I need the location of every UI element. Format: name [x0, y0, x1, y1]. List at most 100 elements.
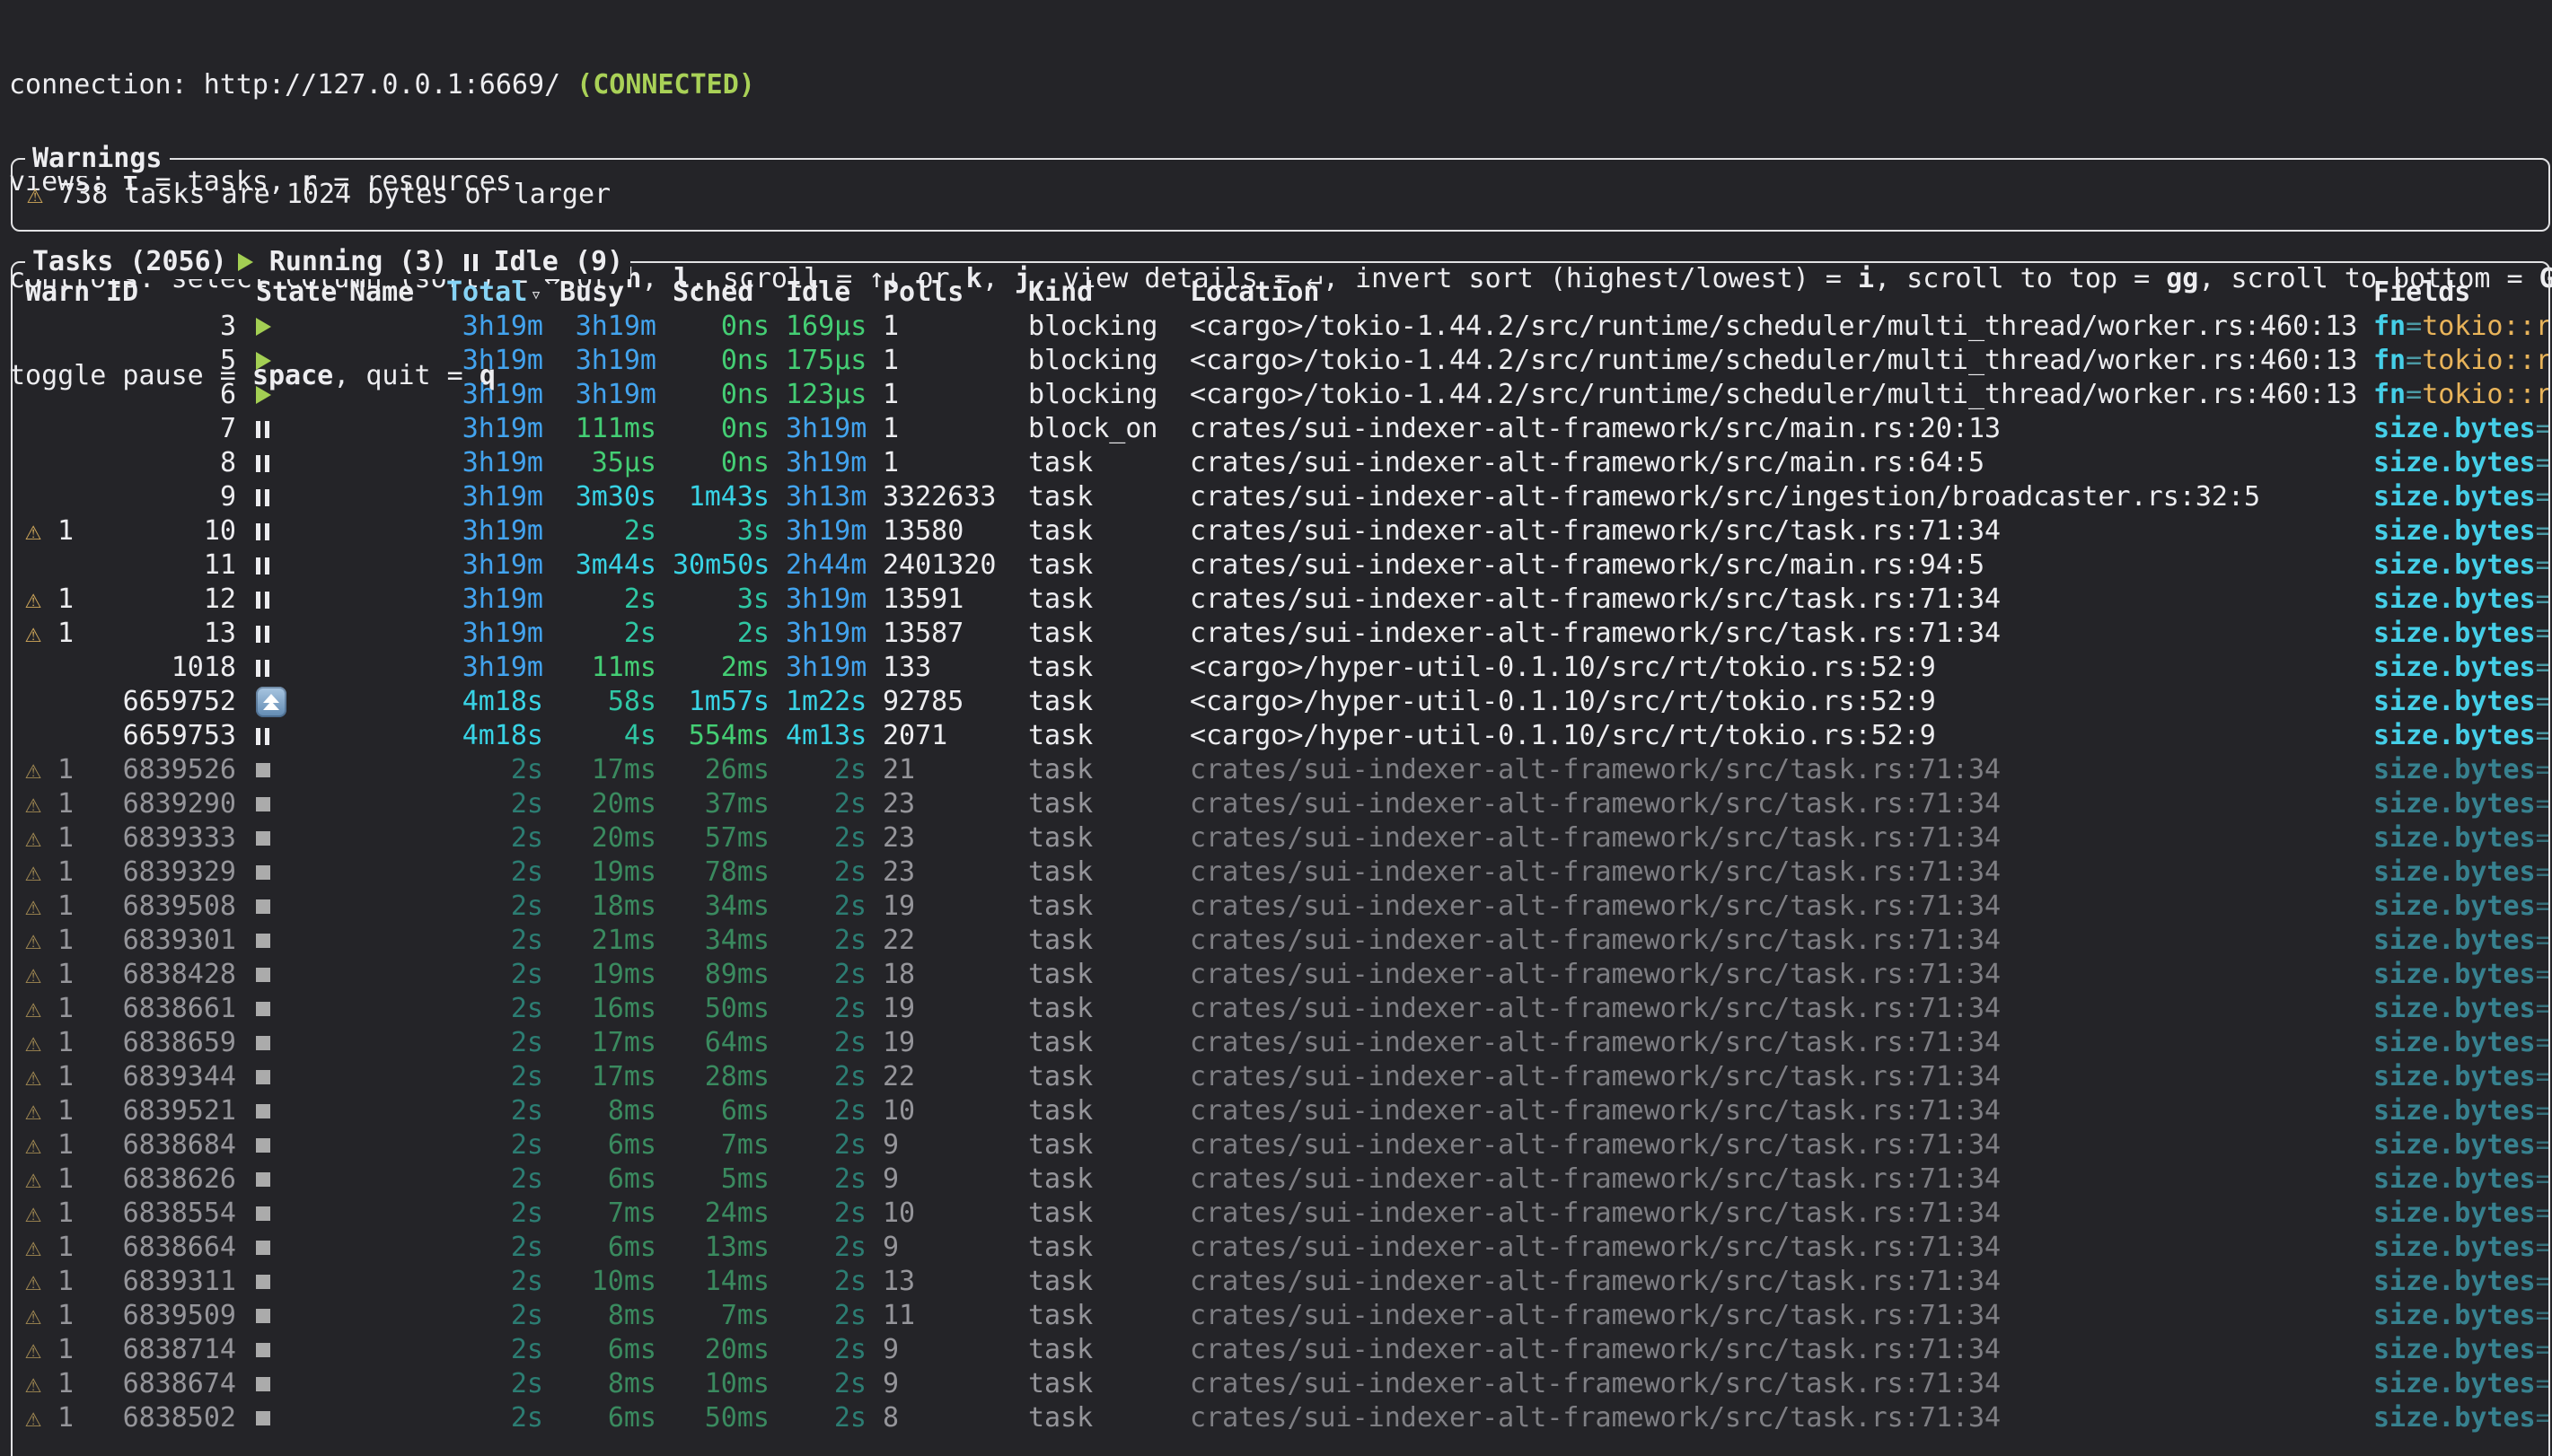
field-key: size.bytes — [2373, 1197, 2536, 1229]
task-row[interactable]: 83h19m35µs0ns3h19m1taskcrates/sui-indexe… — [13, 446, 2548, 480]
cell-name — [349, 685, 430, 719]
cell-fields: size.bytes= — [2373, 1401, 2548, 1435]
cell-warn: ⚠1 — [25, 514, 90, 548]
tasks-table-body: 33h19m3h19m0ns169µs1blocking<cargo>/toki… — [13, 310, 2548, 1435]
task-row[interactable]: ⚠168385542s7ms24ms2s10taskcrates/sui-ind… — [13, 1197, 2548, 1231]
cell-total-duration: 2s — [446, 1128, 543, 1162]
task-row[interactable]: ⚠168385022s6ms50ms2s8taskcrates/sui-inde… — [13, 1401, 2548, 1435]
completed-icon — [256, 1275, 270, 1289]
column-header-sched[interactable]: Sched — [673, 276, 770, 310]
cell-task-id: 6838428 — [106, 958, 236, 992]
column-header-kind[interactable]: Kind — [1028, 276, 1174, 310]
field-key: size.bytes — [2373, 1232, 2536, 1263]
cell-task-id: 6839301 — [106, 924, 236, 958]
cell-sched-duration: 34ms — [673, 924, 770, 958]
task-row[interactable]: 113h19m3m44s30m50s2h44m2401320taskcrates… — [13, 548, 2548, 583]
task-row[interactable]: ⚠168386842s6ms7ms2s9taskcrates/sui-index… — [13, 1128, 2548, 1162]
task-row[interactable]: 53h19m3h19m0ns175µs1blocking<cargo>/toki… — [13, 344, 2548, 378]
task-row[interactable]: ⚠168386742s8ms10ms2s9taskcrates/sui-inde… — [13, 1367, 2548, 1401]
task-row[interactable]: ⚠168393112s10ms14ms2s13taskcrates/sui-in… — [13, 1265, 2548, 1299]
field-equals: = — [2536, 1334, 2548, 1365]
cell-total-duration: 3h19m — [446, 651, 543, 685]
cell-task-id: 1018 — [106, 651, 236, 685]
field-key: size.bytes — [2373, 447, 2536, 478]
cell-fields: size.bytes= — [2373, 446, 2548, 480]
column-header-warn[interactable]: Warn — [25, 276, 90, 310]
task-row[interactable]: ⚠168386642s6ms13ms2s9taskcrates/sui-inde… — [13, 1231, 2548, 1265]
cell-total-duration: 2s — [446, 821, 543, 855]
task-row[interactable]: ⚠168392902s20ms37ms2s23taskcrates/sui-in… — [13, 787, 2548, 821]
task-row[interactable]: ⚠1133h19m2s2s3h19m13587taskcrates/sui-in… — [13, 617, 2548, 651]
task-row[interactable]: ⚠168395092s8ms7ms2s11taskcrates/sui-inde… — [13, 1299, 2548, 1333]
running-triangle-icon — [238, 253, 253, 271]
task-row[interactable]: 73h19m111ms0ns3h19m1block_oncrates/sui-i… — [13, 412, 2548, 446]
column-header-label: Location — [1190, 276, 1320, 308]
field-key: size.bytes — [2373, 1402, 2536, 1434]
column-header-idle[interactable]: Idle — [786, 276, 867, 310]
column-header-name[interactable]: Name — [349, 276, 430, 310]
task-row[interactable]: ⚠168395082s18ms34ms2s19taskcrates/sui-in… — [13, 890, 2548, 924]
task-row[interactable]: 66597534m18s4s554ms4m13s2071task<cargo>/… — [13, 719, 2548, 753]
tasks-panel: Tasks (2056) Running (3) Idle (9) WarnID… — [11, 261, 2550, 1456]
cell-busy-duration: 8ms — [559, 1299, 656, 1333]
cell-state — [252, 1401, 333, 1435]
cell-idle-duration: 2s — [786, 1401, 867, 1435]
task-row[interactable]: ⚠168393442s17ms28ms2s22taskcrates/sui-in… — [13, 1060, 2548, 1094]
task-row[interactable]: 93h19m3m30s1m43s3h13m3322633taskcrates/s… — [13, 480, 2548, 514]
task-row[interactable]: ⚠168393012s21ms34ms2s22taskcrates/sui-in… — [13, 924, 2548, 958]
cell-fields: size.bytes= — [2373, 855, 2548, 890]
column-header-total[interactable]: Total▿ — [446, 276, 543, 310]
cell-kind: task — [1028, 1197, 1174, 1231]
cell-state — [252, 890, 333, 924]
column-header-polls[interactable]: Polls — [883, 276, 1012, 310]
tasks-table: Warn ID State Name Total▿ Busy Sched Idle Polls K… — [13, 276, 2548, 1435]
cell-name — [349, 514, 430, 548]
task-row[interactable]: ⚠168387142s6ms20ms2s9taskcrates/sui-inde… — [13, 1333, 2548, 1367]
cell-task-id: 6 — [106, 378, 236, 412]
cell-fields: size.bytes= — [2373, 924, 2548, 958]
warn-count: 1 — [57, 1401, 74, 1435]
warning-icon: ⚠ — [25, 958, 45, 992]
cell-location: crates/sui-indexer-alt-framework/src/tas… — [1190, 924, 2357, 958]
warning-icon: ⚠ — [25, 1197, 45, 1231]
cell-polls: 19 — [883, 992, 1012, 1026]
paused-icon — [256, 592, 269, 609]
task-row[interactable]: ⚠1123h19m2s3s3h19m13591taskcrates/sui-in… — [13, 583, 2548, 617]
field-equals: = — [2406, 311, 2422, 342]
column-header-loc[interactable]: Location — [1190, 276, 2357, 310]
cell-polls: 8 — [883, 1401, 1012, 1435]
task-row[interactable]: ⚠168393332s20ms57ms2s23taskcrates/sui-in… — [13, 821, 2548, 855]
cell-fields: size.bytes= — [2373, 821, 2548, 855]
cell-idle-duration: 2s — [786, 787, 867, 821]
task-row[interactable]: ⚠168395212s8ms6ms2s10taskcrates/sui-inde… — [13, 1094, 2548, 1128]
cell-warn: ⚠1 — [25, 855, 90, 890]
column-header-fields[interactable]: Fields — [2373, 276, 2548, 310]
cell-fields: size.bytes= — [2373, 1299, 2548, 1333]
column-header-state[interactable]: State — [252, 276, 333, 310]
warning-icon: ⚠ — [25, 1401, 45, 1435]
task-row[interactable]: ⚠168386262s6ms5ms2s9taskcrates/sui-index… — [13, 1162, 2548, 1197]
field-key: fn — [2373, 345, 2406, 376]
task-row[interactable]: 33h19m3h19m0ns169µs1blocking<cargo>/toki… — [13, 310, 2548, 344]
column-header-id[interactable]: ID — [106, 276, 236, 310]
task-row[interactable]: 10183h19m11ms2ms3h19m133task<cargo>/hype… — [13, 651, 2548, 685]
task-row[interactable]: ⚠168393292s19ms78ms2s23taskcrates/sui-in… — [13, 855, 2548, 890]
cell-name — [349, 890, 430, 924]
cell-task-id: 6838554 — [106, 1197, 236, 1231]
completed-icon — [256, 1206, 270, 1221]
cell-total-duration: 2s — [446, 958, 543, 992]
task-row[interactable]: ⚠168386612s16ms50ms2s19taskcrates/sui-in… — [13, 992, 2548, 1026]
cell-polls: 11 — [883, 1299, 1012, 1333]
task-row[interactable]: ⚠168384282s19ms89ms2s18taskcrates/sui-in… — [13, 958, 2548, 992]
task-row[interactable]: 66597524m18s58s1m57s1m22s92785task<cargo… — [13, 685, 2548, 719]
task-row[interactable]: 63h19m3h19m0ns123µs1blocking<cargo>/toki… — [13, 378, 2548, 412]
cell-task-id: 3 — [106, 310, 236, 344]
cell-warn: ⚠1 — [25, 753, 90, 787]
cell-location: crates/sui-indexer-alt-framework/src/tas… — [1190, 583, 2357, 617]
warning-icon: ⚠ — [25, 890, 45, 924]
column-header-busy[interactable]: Busy — [559, 276, 656, 310]
cell-location: crates/sui-indexer-alt-framework/src/ing… — [1190, 480, 2357, 514]
task-row[interactable]: ⚠168395262s17ms26ms2s21taskcrates/sui-in… — [13, 753, 2548, 787]
task-row[interactable]: ⚠168386592s17ms64ms2s19taskcrates/sui-in… — [13, 1026, 2548, 1060]
task-row[interactable]: ⚠1103h19m2s3s3h19m13580taskcrates/sui-in… — [13, 514, 2548, 548]
